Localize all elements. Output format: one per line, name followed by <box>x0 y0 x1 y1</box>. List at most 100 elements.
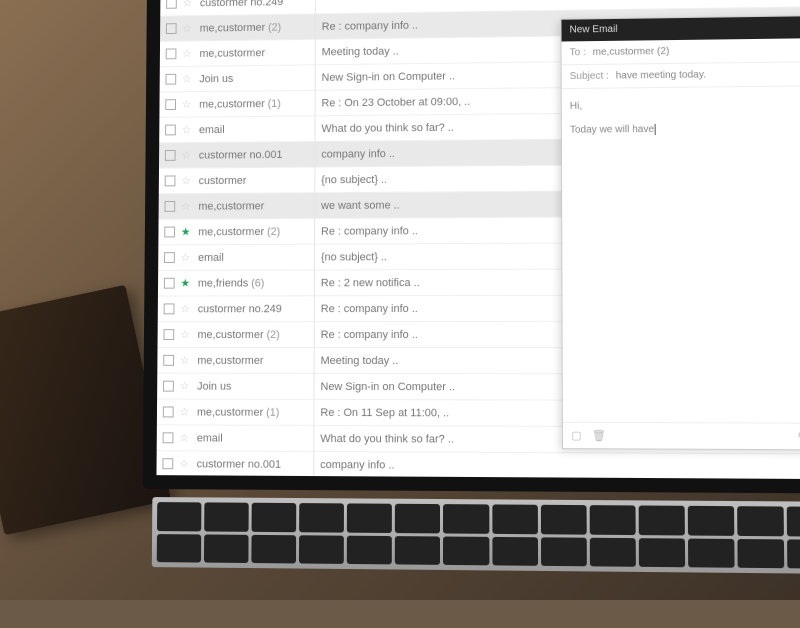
sender-row[interactable]: ☆email <box>157 425 314 452</box>
checkbox-icon[interactable] <box>164 303 175 314</box>
star-icon[interactable]: ☆ <box>180 354 190 367</box>
checkbox-icon[interactable] <box>163 329 174 340</box>
subject-row[interactable]: company info .. <box>314 452 800 479</box>
sender-row[interactable]: ★me,friends(6) <box>158 270 314 296</box>
key <box>688 538 735 568</box>
key <box>638 505 684 534</box>
sender-row[interactable]: ☆ me,custormer <box>157 348 313 374</box>
key <box>540 505 586 534</box>
sender-row[interactable]: ☆me,custormer(1) <box>159 91 314 118</box>
sender-name: custormer <box>199 174 247 186</box>
sender-name: custormer no.249 <box>198 303 282 315</box>
sender-row[interactable]: ☆Join us <box>160 65 315 92</box>
sender-row[interactable]: ★me,custormer(2) <box>158 219 314 245</box>
sender-row[interactable]: ☆me,custormer <box>159 193 315 220</box>
sender-name: me,custormer <box>199 98 265 110</box>
star-icon[interactable]: ☆ <box>181 174 191 187</box>
compose-to-field[interactable]: To : me,custormer (2) <box>562 38 800 65</box>
checkbox-icon[interactable] <box>165 74 176 85</box>
sender-name: me,custormer <box>197 406 263 418</box>
key <box>299 503 344 532</box>
star-icon[interactable]: ☆ <box>182 22 192 35</box>
subject-text: Re : company info .. <box>321 225 418 237</box>
sender-row[interactable]: ☆ custormer no.249 <box>158 296 314 322</box>
checkbox-icon[interactable] <box>166 48 177 59</box>
checkbox-icon[interactable] <box>163 355 174 366</box>
star-icon[interactable]: ☆ <box>180 302 190 315</box>
checkbox-icon[interactable] <box>166 0 177 9</box>
body-line-1: Hi, <box>570 96 800 115</box>
star-icon[interactable]: ☆ <box>181 200 191 213</box>
laptop-keyboard <box>152 497 800 574</box>
checkbox-icon[interactable] <box>163 432 174 443</box>
checkbox-icon[interactable] <box>164 201 175 212</box>
sender-row[interactable]: ☆ custormer no.001 <box>156 451 313 478</box>
laptop: ☆custormer no.249☆me,custormer(2)☆me,cus… <box>63 0 800 628</box>
subject-text: Re : On 23 October at 09:00, .. <box>321 96 470 109</box>
checkbox-icon[interactable] <box>164 278 175 289</box>
subject-text: New Sign-in on Computer .. <box>320 380 455 392</box>
sender-row[interactable]: ☆ custormer <box>159 168 315 195</box>
compose-body[interactable]: Hi, Today we will have <box>562 86 800 423</box>
star-icon[interactable]: ☆ <box>180 328 190 341</box>
key <box>737 506 784 536</box>
star-icon[interactable]: ☆ <box>181 251 191 264</box>
star-icon[interactable]: ☆ <box>182 98 192 111</box>
checkbox-icon[interactable] <box>164 227 175 238</box>
star-icon[interactable]: ☆ <box>181 149 191 162</box>
star-icon[interactable]: ☆ <box>182 73 192 86</box>
star-icon[interactable]: ☆ <box>183 0 193 10</box>
checkbox-icon[interactable] <box>166 23 177 34</box>
subject-text: Re : On 11 Sep at 11:00, .. <box>320 406 449 418</box>
star-icon[interactable]: ☆ <box>182 47 192 60</box>
subject-text: Re : company info .. <box>321 329 418 341</box>
key <box>787 507 800 537</box>
star-icon[interactable]: ★ <box>181 225 191 238</box>
expand-icon[interactable]: ▢ <box>571 429 582 442</box>
delete-icon[interactable]: 🗑 <box>592 429 606 442</box>
sender-name: me,custormer <box>197 354 263 366</box>
key <box>395 504 440 533</box>
sender-row[interactable]: ☆Join us <box>157 374 314 400</box>
sender-row[interactable]: ☆me,custormer(2) <box>160 14 315 41</box>
compose-window[interactable]: New Email To : me,custormer (2) Subject … <box>560 15 800 450</box>
sender-row[interactable]: ☆custormer no.001 <box>159 142 314 169</box>
key <box>443 504 488 533</box>
subject-text: Meeting today .. <box>321 354 399 366</box>
checkbox-icon[interactable] <box>165 150 176 161</box>
checkbox-icon[interactable] <box>163 406 174 417</box>
sender-name: me,custormer <box>198 329 264 341</box>
sender-row[interactable]: ☆me,custormer <box>160 40 315 67</box>
subject-text: company info .. <box>320 459 394 471</box>
star-icon[interactable]: ☆ <box>179 406 189 419</box>
sender-row[interactable]: ☆me,custormer(2) <box>158 322 314 348</box>
key <box>204 502 249 531</box>
text-cursor <box>655 124 656 135</box>
thread-count: (1) <box>266 406 279 418</box>
star-icon[interactable]: ☆ <box>179 431 189 444</box>
star-icon[interactable]: ☆ <box>179 457 189 470</box>
compose-title-bar[interactable]: New Email <box>561 16 800 41</box>
sender-row[interactable]: ☆email <box>158 245 314 271</box>
sender-row[interactable]: ☆ me,custormer(1) <box>157 400 314 426</box>
checkbox-icon[interactable] <box>165 125 176 136</box>
checkbox-icon[interactable] <box>165 99 176 110</box>
sender-name: custormer no.001 <box>197 458 281 470</box>
checkbox-icon[interactable] <box>164 252 175 263</box>
subject-text: Re : company info .. <box>322 19 418 32</box>
compose-subject-field[interactable]: Subject : have meeting today. <box>562 62 800 89</box>
checkbox-icon[interactable] <box>162 458 173 469</box>
star-icon[interactable]: ☆ <box>180 380 190 393</box>
key <box>492 504 538 533</box>
star-icon[interactable]: ★ <box>180 277 190 290</box>
body-line-2: Today we will have <box>570 124 654 136</box>
sender-row[interactable]: ☆email <box>159 116 314 143</box>
star-icon[interactable]: ☆ <box>182 123 192 136</box>
subject-text: Re : 2 new notifica .. <box>321 277 420 289</box>
checkbox-icon[interactable] <box>163 381 174 392</box>
subject-text: What do you think so far? .. <box>320 432 454 445</box>
to-value: me,custormer (2) <box>593 46 670 58</box>
checkbox-icon[interactable] <box>165 175 176 186</box>
key <box>204 534 249 563</box>
key <box>688 506 735 536</box>
